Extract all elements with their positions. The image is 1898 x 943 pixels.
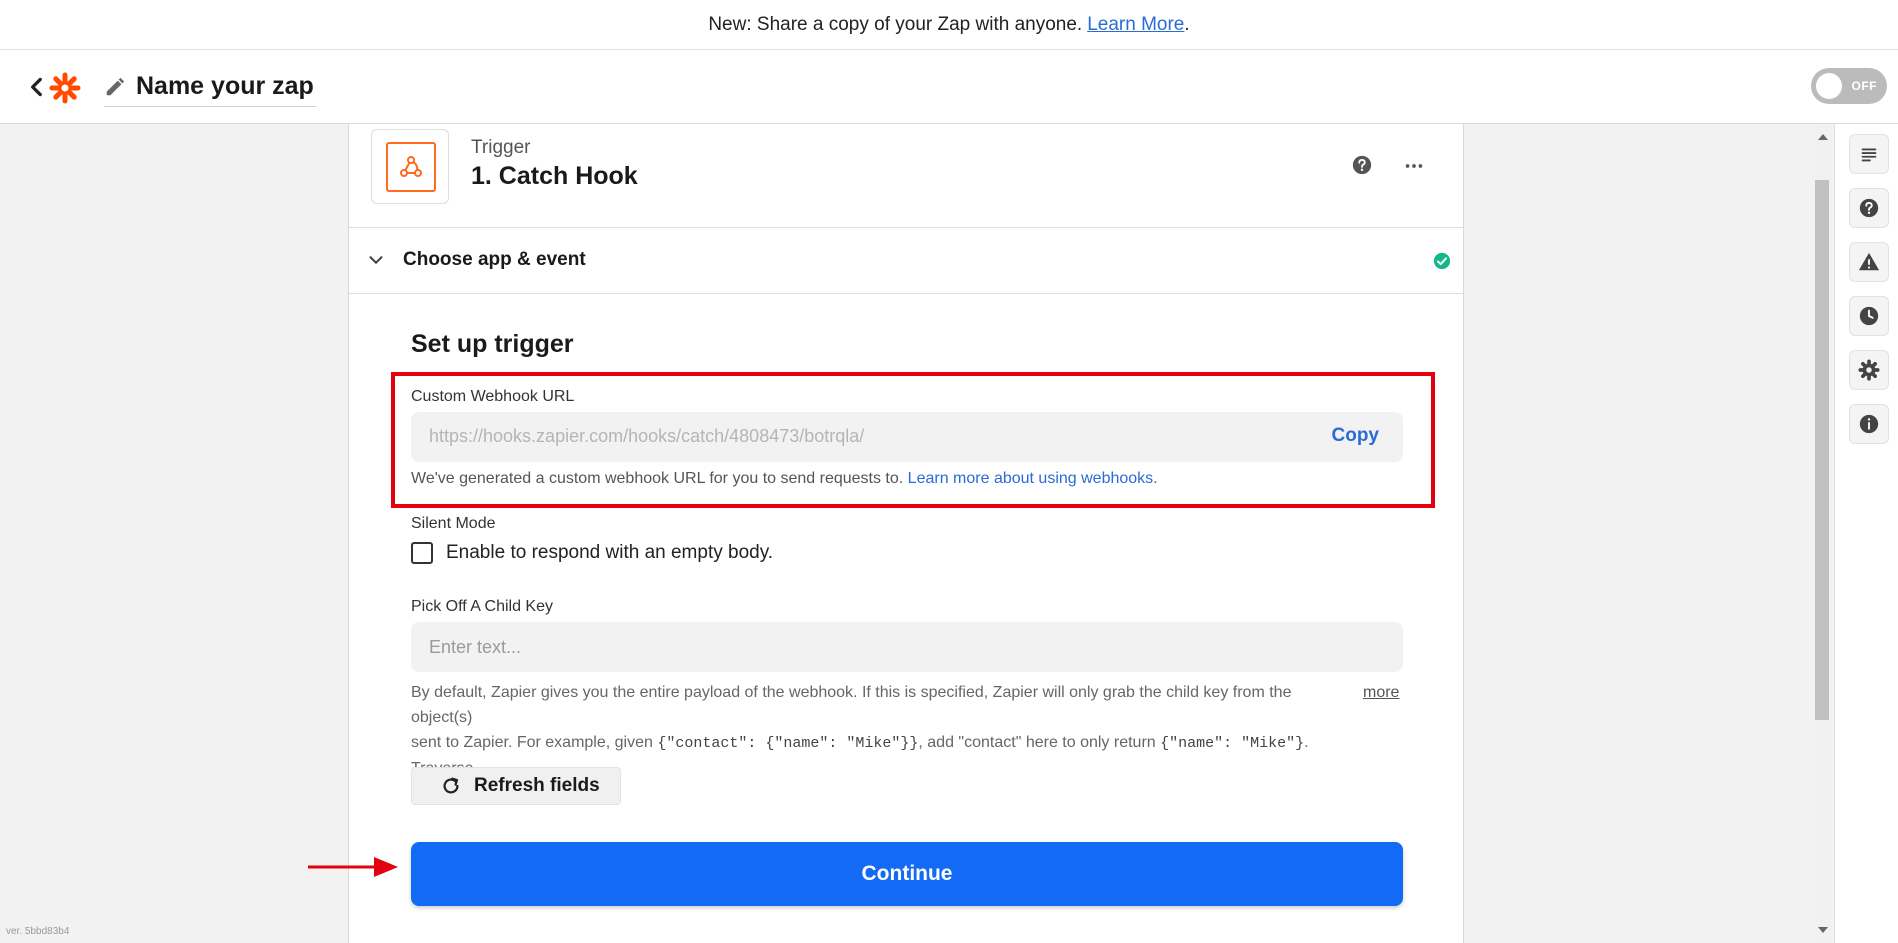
scroll-thumb[interactable] <box>1815 180 1829 720</box>
zap-on-off-toggle[interactable]: OFF <box>1811 68 1887 104</box>
zapier-logo-icon[interactable] <box>49 72 81 104</box>
webhook-url-value: https://hooks.zapier.com/hooks/catch/480… <box>429 426 865 446</box>
pencil-icon <box>106 77 125 95</box>
step-title: 1. Catch Hook <box>471 162 638 190</box>
toggle-knob <box>1816 73 1842 99</box>
right-sidebar <box>1834 124 1898 943</box>
settings-button[interactable] <box>1849 350 1889 390</box>
help-icon[interactable] <box>1351 154 1373 176</box>
announcement-banner: New: Share a copy of your Zap with anyon… <box>0 0 1898 50</box>
question-circle-icon <box>1859 198 1879 218</box>
banner-tail: . <box>1184 13 1190 35</box>
check-circle-icon <box>1433 252 1451 270</box>
back-chevron-icon[interactable] <box>24 74 50 100</box>
step-type: Trigger <box>471 137 531 158</box>
warning-triangle-icon <box>1858 252 1880 271</box>
setup-trigger-title: Set up trigger <box>411 330 574 358</box>
version-label: ver. 5bbd83b4 <box>6 926 70 937</box>
zap-name-editor[interactable]: Name your zap <box>104 67 316 107</box>
webhook-hint-tail: . <box>1153 470 1158 487</box>
chevron-down-icon <box>369 256 383 264</box>
webhook-url-label: Custom Webhook URL <box>411 388 575 405</box>
learn-more-link[interactable]: Learn More <box>1087 14 1184 36</box>
step-header: Trigger 1. Catch Hook <box>349 124 1463 228</box>
desc-code-1: {"contact": {"name": "Mike"}} <box>657 735 919 752</box>
refresh-icon <box>443 777 459 794</box>
scrollbar[interactable] <box>1812 124 1832 943</box>
list-lines-icon <box>1861 148 1877 162</box>
child-key-input[interactable] <box>411 622 1403 672</box>
silent-mode-checkbox[interactable] <box>411 542 433 564</box>
more-options-icon[interactable] <box>1403 155 1425 177</box>
copy-button[interactable]: Copy <box>1332 425 1380 447</box>
info-button[interactable] <box>1849 404 1889 444</box>
help-button[interactable] <box>1849 188 1889 228</box>
banner-text: New: Share a copy of your Zap with anyon… <box>708 13 1083 35</box>
desc-text-b: , add "contact" here to only return <box>918 734 1161 751</box>
webhooks-help-link[interactable]: Learn more about using webhooks <box>908 470 1154 487</box>
toggle-label: OFF <box>1851 79 1877 93</box>
refresh-fields-label: Refresh fields <box>474 775 600 796</box>
history-button[interactable] <box>1849 296 1889 336</box>
step-editor-panel: Trigger 1. Catch Hook Choose app & event… <box>348 124 1464 943</box>
scroll-up-arrow-icon[interactable] <box>1818 134 1828 140</box>
continue-button[interactable]: Continue <box>411 842 1403 906</box>
editor-header: Name your zap OFF <box>0 50 1898 124</box>
gear-icon <box>1858 359 1880 381</box>
desc-text-a: sent to Zapier. For example, given <box>411 734 658 751</box>
silent-mode-label: Silent Mode <box>411 515 496 532</box>
arrow-right-icon <box>308 857 398 877</box>
section-label: Choose app & event <box>403 249 586 270</box>
child-key-description: By default, Zapier gives you the entire … <box>411 680 1351 781</box>
refresh-fields-button[interactable]: Refresh fields <box>411 767 621 805</box>
webhook-url-field[interactable]: https://hooks.zapier.com/hooks/catch/480… <box>411 412 1403 462</box>
description-line-1: By default, Zapier gives you the entire … <box>411 684 1292 726</box>
alerts-button[interactable] <box>1849 242 1889 282</box>
scroll-down-arrow-icon[interactable] <box>1818 927 1828 933</box>
info-circle-icon <box>1859 414 1879 434</box>
app-icon-container <box>371 129 449 204</box>
zap-name: Name your zap <box>136 72 314 100</box>
desc-code-2: {"name": "Mike"} <box>1160 735 1305 752</box>
webhook-hint: We've generated a custom webhook URL for… <box>411 470 1158 488</box>
outline-button[interactable] <box>1849 134 1889 174</box>
silent-mode-checkbox-label[interactable]: Enable to respond with an empty body. <box>446 542 773 564</box>
child-key-field <box>411 622 1403 672</box>
webhook-hint-text: We've generated a custom webhook URL for… <box>411 470 904 487</box>
child-key-label: Pick Off A Child Key <box>411 598 553 615</box>
more-link[interactable]: more <box>1363 680 1399 705</box>
clock-icon <box>1859 306 1879 326</box>
webhook-icon <box>386 142 436 192</box>
choose-app-event-section[interactable]: Choose app & event <box>349 228 1463 294</box>
